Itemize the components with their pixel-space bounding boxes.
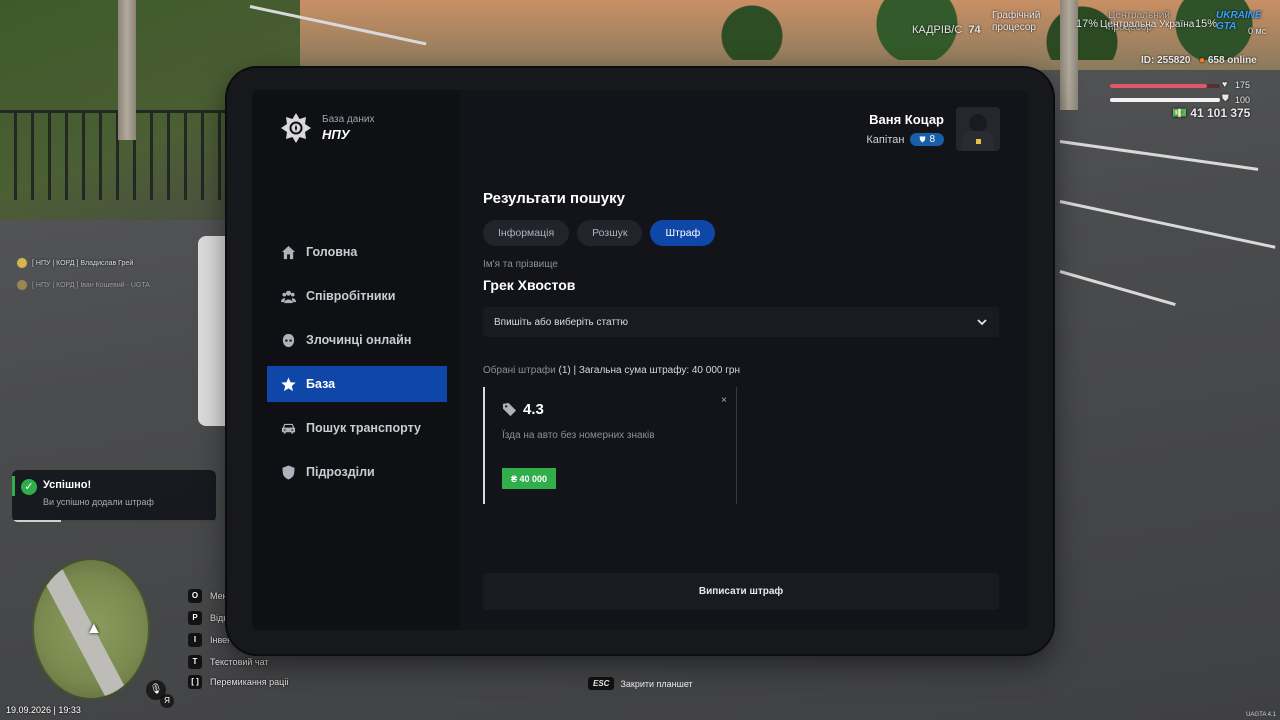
faction-icon	[16, 257, 28, 269]
fine-card: 4.3 × Їзда на авто без номерних знаків ₴…	[483, 387, 737, 504]
online-count: ● 658 online	[1199, 55, 1257, 66]
cpu-percent: 15%	[1195, 18, 1218, 30]
sidebar-item-criminals[interactable]: Злочинці онлайн	[267, 322, 447, 358]
minimap-road	[35, 560, 135, 698]
summary-count: (1)	[558, 365, 571, 376]
close-tablet-label: Закрити планшет	[620, 678, 693, 689]
main-panel: Ваня Коцар Капітан ⛊ 8 Результати пошуку…	[460, 90, 1028, 630]
toast-progress	[12, 520, 216, 522]
fps-counter: КАДРІВ/С 74	[912, 24, 981, 36]
sidebar-item-divisions[interactable]: Підрозділи	[267, 454, 447, 490]
tag-icon	[502, 402, 517, 417]
chat-line: [ НПУ | КОРД ] Владислав Грей	[16, 257, 133, 269]
mask-icon	[282, 333, 295, 347]
player-marker-icon: ▲	[86, 620, 102, 637]
money-display: 💵 41 101 375	[1172, 106, 1251, 120]
player-id: ID: 255820	[1141, 55, 1191, 66]
shield-icon	[282, 464, 295, 480]
mic-key: Я	[160, 694, 174, 708]
armor-bar	[1110, 98, 1220, 102]
user-name: Ваня Коцар	[869, 112, 944, 127]
server-name: Центральна Україна	[1100, 19, 1195, 30]
chevron-down-icon	[977, 319, 987, 326]
toast-title: Успішно!	[43, 479, 92, 491]
avatar	[956, 107, 1000, 151]
police-star-icon	[281, 113, 311, 143]
pole	[118, 0, 136, 140]
summary-total: | Загальна сума штрафу: 40 000 грн	[573, 365, 740, 376]
remove-fine-button[interactable]: ×	[721, 395, 727, 406]
summary-label: Обрані штрафи	[483, 365, 556, 376]
fine-description: Їзда на авто без номерних знаків	[502, 430, 655, 441]
tablet-screen: База даних НПУ Головна Співробітники Зло…	[252, 90, 1028, 630]
health-bar-fill	[1110, 84, 1207, 88]
sidebar-item-employees[interactable]: Співробітники	[267, 278, 447, 314]
sidebar: База даних НПУ Головна Співробітники Зло…	[252, 90, 460, 630]
fine-code: 4.3	[502, 401, 544, 418]
heart-icon: ♥	[1222, 79, 1228, 89]
success-toast: ✓ Успішно! Ви успішно додали штраф	[12, 470, 216, 522]
health-bar	[1110, 84, 1220, 88]
tab-bar: Інформація Розшук Штраф	[483, 220, 716, 246]
users-icon	[281, 290, 296, 303]
tab-wanted[interactable]: Розшук	[577, 220, 643, 246]
sidebar-item-database[interactable]: База	[267, 366, 447, 402]
sidebar-item-vehicle-search[interactable]: Пошук транспорту	[267, 410, 447, 446]
user-profile: Ваня Коцар Капітан ⛊ 8	[866, 107, 1000, 151]
sidebar-nav: Головна Співробітники Злочинці онлайн Ба…	[267, 234, 447, 498]
person-name-label: Ім'я та прізвище	[483, 259, 558, 270]
sidebar-item-home[interactable]: Головна	[267, 234, 447, 270]
brand: База даних НПУ	[280, 112, 374, 144]
sidebar-item-label: Пошук транспорту	[306, 421, 421, 435]
gpu-percent: 17%	[1076, 18, 1099, 30]
badge-icon: ⛊	[919, 134, 926, 144]
article-select[interactable]: Впишіть або виберіть статтю	[483, 307, 999, 337]
minimap: ▲	[32, 558, 150, 700]
tab-information[interactable]: Інформація	[483, 220, 570, 246]
sidebar-item-label: Співробітники	[306, 289, 396, 303]
star-icon	[281, 376, 296, 391]
brand-title: НПУ	[322, 127, 350, 142]
toast-message: Ви успішно додали штраф	[43, 497, 154, 507]
issue-fine-button[interactable]: Виписати штраф	[483, 573, 999, 610]
health-value: 175	[1235, 80, 1251, 90]
armor-icon: ⛊	[1222, 93, 1229, 103]
armor-value: 100	[1235, 95, 1251, 105]
version-label: UAGTA 4.1	[1246, 712, 1276, 718]
chat-line: [ НПУ | КОРД ] Іван Кошевий · UGTA	[16, 279, 150, 291]
esc-key: ESC	[588, 677, 615, 690]
check-icon: ✓	[21, 479, 37, 495]
brand-subtitle: База даних	[322, 114, 375, 125]
key-hint: P Відкр	[188, 611, 232, 625]
sidebar-item-label: Підрозділи	[306, 465, 375, 479]
close-tablet-hint[interactable]: ESC Закрити планшет	[588, 677, 693, 690]
sidebar-item-label: Злочинці онлайн	[306, 333, 412, 347]
level-badge: ⛊ 8	[910, 133, 944, 146]
user-rank: Капітан ⛊ 8	[866, 133, 944, 146]
toast-accent	[12, 476, 15, 496]
ping: 0 мс	[1248, 26, 1267, 36]
key-hint: T Текстовий чат	[188, 655, 269, 669]
gpu-label: Графічний процесор	[992, 10, 1041, 33]
page-title: Результати пошуку	[483, 190, 625, 207]
fines-summary: Обрані штрафи (1) | Загальна сума штрафу…	[483, 365, 740, 376]
fine-amount: ₴ 40 000	[502, 468, 557, 489]
sidebar-item-label: Головна	[306, 245, 358, 259]
person-name: Грек Хвостов	[483, 277, 576, 293]
key-hint: [ ] Перемикання раціі	[188, 675, 288, 689]
date-time: 19.09.2026 | 19:33	[6, 705, 81, 715]
money-icon: 💵	[1172, 106, 1187, 120]
faction-icon	[16, 279, 28, 291]
pole	[1060, 0, 1078, 110]
tab-fine[interactable]: Штраф	[650, 220, 716, 246]
sidebar-item-label: База	[306, 377, 336, 391]
toast-progress-fill	[12, 520, 61, 522]
home-icon	[281, 245, 296, 259]
armor-bar-fill	[1110, 98, 1220, 102]
coin-icon: ●	[1199, 55, 1206, 66]
article-select-placeholder: Впишіть або виберіть статтю	[494, 316, 629, 328]
car-icon	[281, 423, 296, 434]
